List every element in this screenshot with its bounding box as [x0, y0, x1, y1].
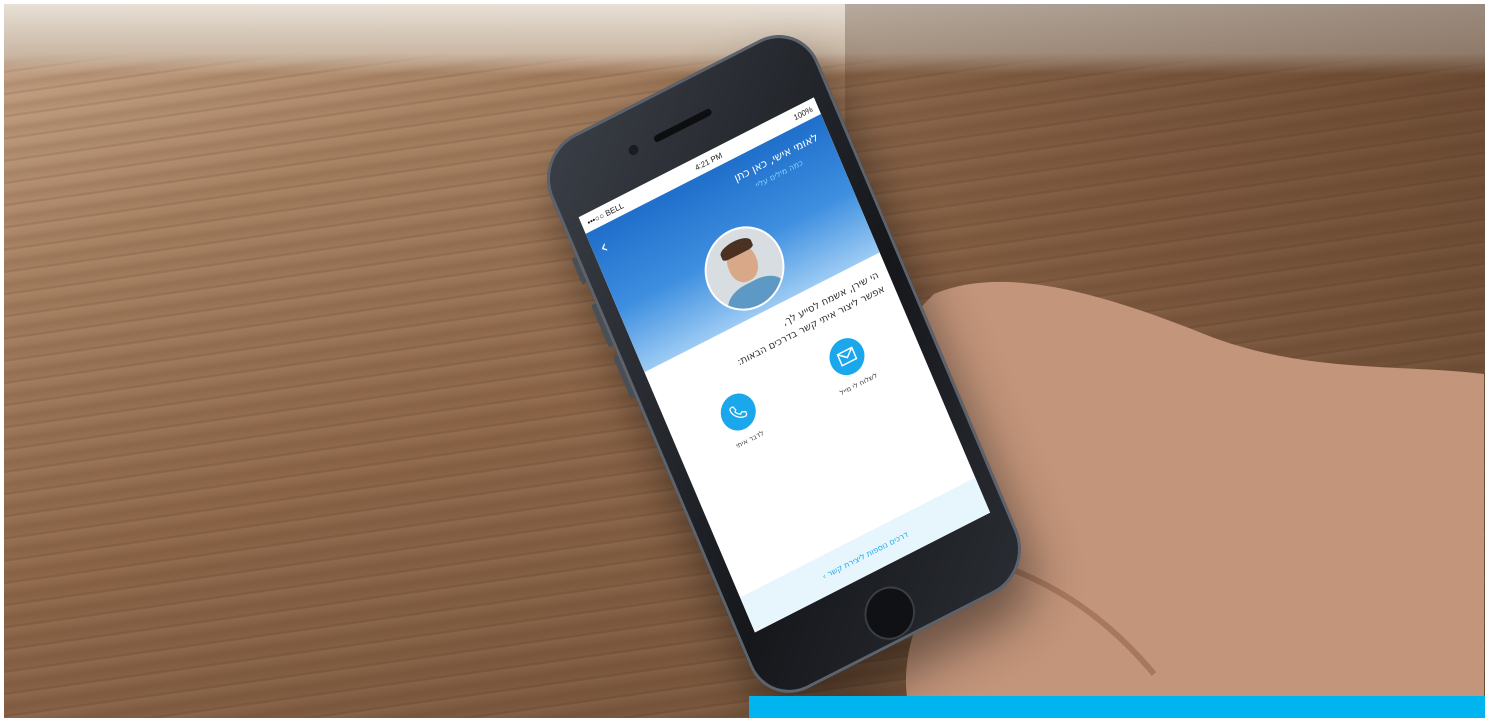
- volume-down-button: [612, 354, 636, 400]
- earpiece: [652, 107, 713, 144]
- email-action-button[interactable]: לשלוח לי מייל: [809, 324, 893, 407]
- envelope-glyph: [836, 346, 858, 367]
- phone-glyph: [729, 406, 748, 418]
- mute-switch: [571, 256, 587, 285]
- call-action-button[interactable]: לדבר איתי: [700, 379, 784, 462]
- accent-banner: [749, 696, 1485, 718]
- front-camera: [627, 143, 640, 157]
- back-icon[interactable]: ‹: [597, 236, 612, 259]
- volume-up-button: [591, 302, 614, 348]
- photo-background: •••○○ BELL 4:21 PM 100% ‹ לאומי אישי, כא…: [4, 4, 1485, 718]
